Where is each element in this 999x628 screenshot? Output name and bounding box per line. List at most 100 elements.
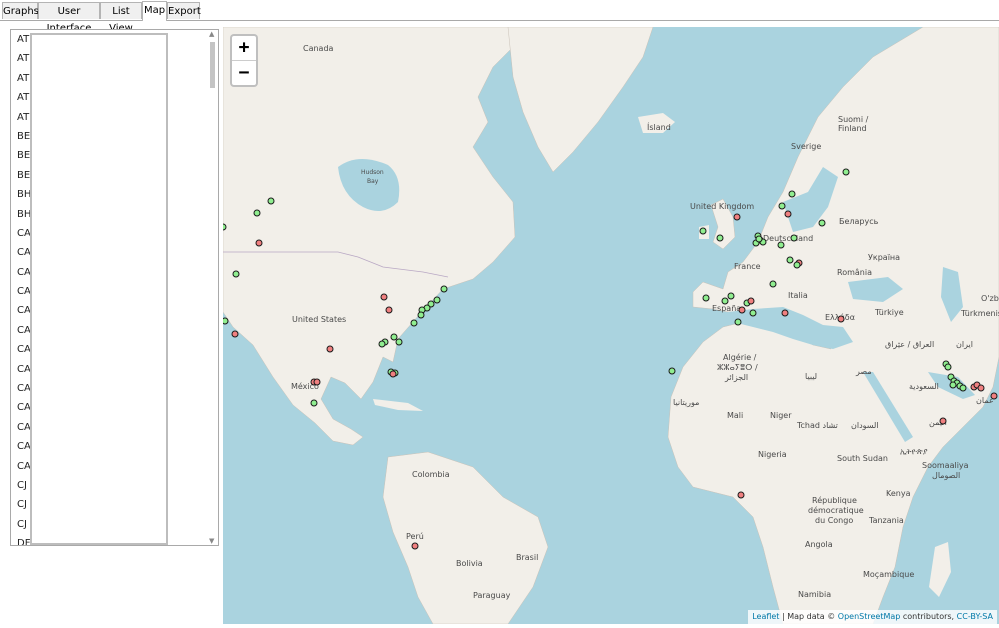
map-label-peru: Perú xyxy=(406,532,424,541)
map-marker-red[interactable] xyxy=(837,315,845,323)
tab-graphs[interactable]: Graphs xyxy=(2,2,39,19)
map-label-canada: Canada xyxy=(303,44,334,53)
map-marker-green[interactable] xyxy=(417,311,425,319)
map-label-italia: Italia xyxy=(788,291,808,300)
map-marker-red[interactable] xyxy=(326,345,334,353)
map-marker-green[interactable] xyxy=(778,202,786,210)
map-attribution: Leaflet | Map data © OpenStreetMap contr… xyxy=(748,610,997,624)
tab-bar: Graphs User Interface List View Map Expo… xyxy=(0,0,999,34)
zoom-control: + − xyxy=(230,34,258,87)
map-label-france: France xyxy=(734,262,761,271)
map-label-egypt: مصر xyxy=(855,367,872,376)
map-marker-red[interactable] xyxy=(389,370,397,378)
map-marker-green[interactable] xyxy=(769,280,777,288)
map-marker-red[interactable] xyxy=(733,213,741,221)
map-marker-green[interactable] xyxy=(253,209,261,217)
map-marker-green[interactable] xyxy=(267,197,275,205)
map-label-uzbekistan: O'zb xyxy=(981,294,999,303)
map-marker-green[interactable] xyxy=(793,261,801,269)
scroll-down-arrow-icon[interactable]: ▼ xyxy=(209,537,214,545)
map-marker-green[interactable] xyxy=(818,219,826,227)
map-marker-green[interactable] xyxy=(223,223,227,231)
map-marker-green[interactable] xyxy=(433,296,441,304)
map-marker-green[interactable] xyxy=(223,317,229,325)
map-marker-green[interactable] xyxy=(788,190,796,198)
map-label-libya: ليبيا xyxy=(805,372,817,381)
map-marker-red[interactable] xyxy=(737,491,745,499)
map-label-bolivia: Bolivia xyxy=(456,559,483,568)
map-marker-green[interactable] xyxy=(842,168,850,176)
map-marker-green[interactable] xyxy=(378,340,386,348)
map-marker-green[interactable] xyxy=(734,318,742,326)
map-marker-green[interactable] xyxy=(721,297,729,305)
map-label-angola: Angola xyxy=(805,540,833,549)
map-marker-green[interactable] xyxy=(716,234,724,242)
map-label-brasil: Brasil xyxy=(516,553,538,562)
map-label-mocambique: Moçambique xyxy=(863,570,914,579)
map-marker-red[interactable] xyxy=(385,306,393,314)
map-label-rdc-2: démocratique xyxy=(808,505,864,515)
map-view[interactable]: Canada Hudson Bay United States México C… xyxy=(223,27,999,624)
map-label-kenya: Kenya xyxy=(886,489,911,498)
map-marker-green[interactable] xyxy=(699,227,707,235)
map-label-tanzania: Tanzania xyxy=(868,516,904,525)
map-label-saudi: السعودية xyxy=(909,382,939,391)
map-marker-red[interactable] xyxy=(747,297,755,305)
map-label-deutschland: Deutschland xyxy=(763,234,813,243)
map-marker-green[interactable] xyxy=(702,294,710,302)
map-marker-red[interactable] xyxy=(313,378,321,386)
map-marker-red[interactable] xyxy=(411,542,419,550)
map-marker-green[interactable] xyxy=(410,319,418,327)
map-label-paraguay: Paraguay xyxy=(473,591,511,600)
map-label-colombia: Colombia xyxy=(412,470,450,479)
map-label-tchad: Tchad تشاد xyxy=(796,421,838,430)
tab-export[interactable]: Export xyxy=(167,2,201,19)
scroll-up-arrow-icon[interactable]: ▲ xyxy=(209,30,214,38)
map-marker-red[interactable] xyxy=(738,306,746,314)
map-marker-red[interactable] xyxy=(781,309,789,317)
map-marker-green[interactable] xyxy=(395,338,403,346)
zoom-out-button[interactable]: − xyxy=(232,60,256,85)
attribution-text: | Map data © xyxy=(782,612,836,621)
map-marker-green[interactable] xyxy=(777,241,785,249)
map-label-namibia: Namibia xyxy=(798,590,831,599)
leaflet-link[interactable]: Leaflet xyxy=(752,612,779,621)
map-label-ukraina: Україна xyxy=(868,253,900,262)
map-marker-green[interactable] xyxy=(668,367,676,375)
map-marker-green[interactable] xyxy=(959,384,967,392)
map-label-belarus: Беларусь xyxy=(839,217,879,226)
map-label-algerie: Algérie / xyxy=(723,352,757,362)
map-marker-red[interactable] xyxy=(380,293,388,301)
map-marker-red[interactable] xyxy=(939,417,947,425)
map-marker-red[interactable] xyxy=(784,210,792,218)
map-label-sudan: السودان xyxy=(851,421,879,430)
map-marker-green[interactable] xyxy=(310,399,318,407)
tab-map[interactable]: Map xyxy=(142,1,167,21)
map-marker-green[interactable] xyxy=(790,234,798,242)
tab-user-interface[interactable]: User Interface xyxy=(38,2,100,34)
tab-list-view[interactable]: List View xyxy=(100,2,142,34)
zoom-in-button[interactable]: + xyxy=(232,36,256,60)
map-label-rdc: République xyxy=(812,495,857,505)
map-marker-red[interactable] xyxy=(990,392,998,400)
map-marker-green[interactable] xyxy=(390,333,398,341)
map-tiles: Canada Hudson Bay United States México C… xyxy=(223,27,999,624)
map-marker-red[interactable] xyxy=(977,384,985,392)
attribution-contributors: contributors, xyxy=(902,612,955,621)
scroll-thumb[interactable] xyxy=(210,42,215,88)
map-marker-red[interactable] xyxy=(231,330,239,338)
cc-by-sa-link[interactable]: CC-BY-SA xyxy=(957,612,993,621)
map-marker-red[interactable] xyxy=(255,239,263,247)
openstreetmap-link[interactable]: OpenStreetMap xyxy=(838,612,901,621)
list-scrollbar[interactable]: ▲ ▼ xyxy=(206,30,218,545)
map-marker-green[interactable] xyxy=(232,270,240,278)
map-marker-green[interactable] xyxy=(727,292,735,300)
map-label-south-sudan: South Sudan xyxy=(837,454,888,463)
map-marker-green[interactable] xyxy=(786,256,794,264)
map-marker-green[interactable] xyxy=(440,285,448,293)
map-marker-green[interactable] xyxy=(749,309,757,317)
map-marker-green[interactable] xyxy=(949,381,957,389)
map-marker-green[interactable] xyxy=(944,363,952,371)
map-label-algerie-arabic: الجزائر xyxy=(724,373,748,382)
map-marker-green[interactable] xyxy=(755,235,763,243)
